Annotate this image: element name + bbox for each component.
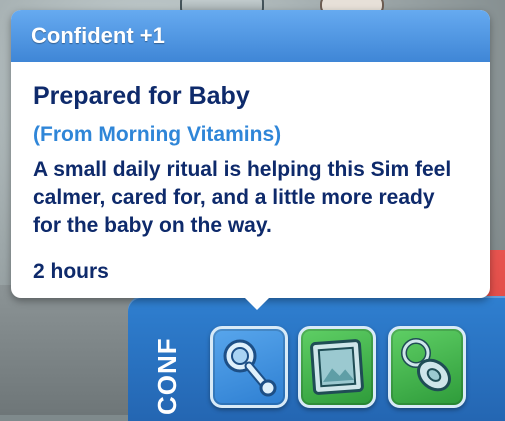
moodlet-picture[interactable] <box>298 326 376 408</box>
emotion-label: CONF <box>152 337 182 415</box>
moodlet-prepared-for-baby[interactable] <box>210 326 288 408</box>
tooltip-header-text: Confident +1 <box>31 23 165 48</box>
tooltip-pointer <box>243 296 271 310</box>
tooltip-body: Prepared for Baby (From Morning Vitamins… <box>11 62 490 284</box>
picture-frame-icon <box>310 339 364 395</box>
moodlet-tooltip: Confident +1 Prepared for Baby (From Mor… <box>11 10 490 310</box>
moodlet-description: A small daily ritual is helping this Sim… <box>33 158 452 237</box>
moodlet-pacifier[interactable] <box>388 326 466 408</box>
background-floor <box>0 285 140 415</box>
moodlet-source: (From Morning Vitamins) <box>33 123 282 146</box>
baby-rattle-icon <box>223 339 277 397</box>
moodlet-duration: 2 hours <box>33 260 109 283</box>
tooltip-header: Confident +1 <box>11 10 490 62</box>
moodlet-title: Prepared for Baby <box>33 82 250 110</box>
pacifier-icon <box>401 338 451 392</box>
